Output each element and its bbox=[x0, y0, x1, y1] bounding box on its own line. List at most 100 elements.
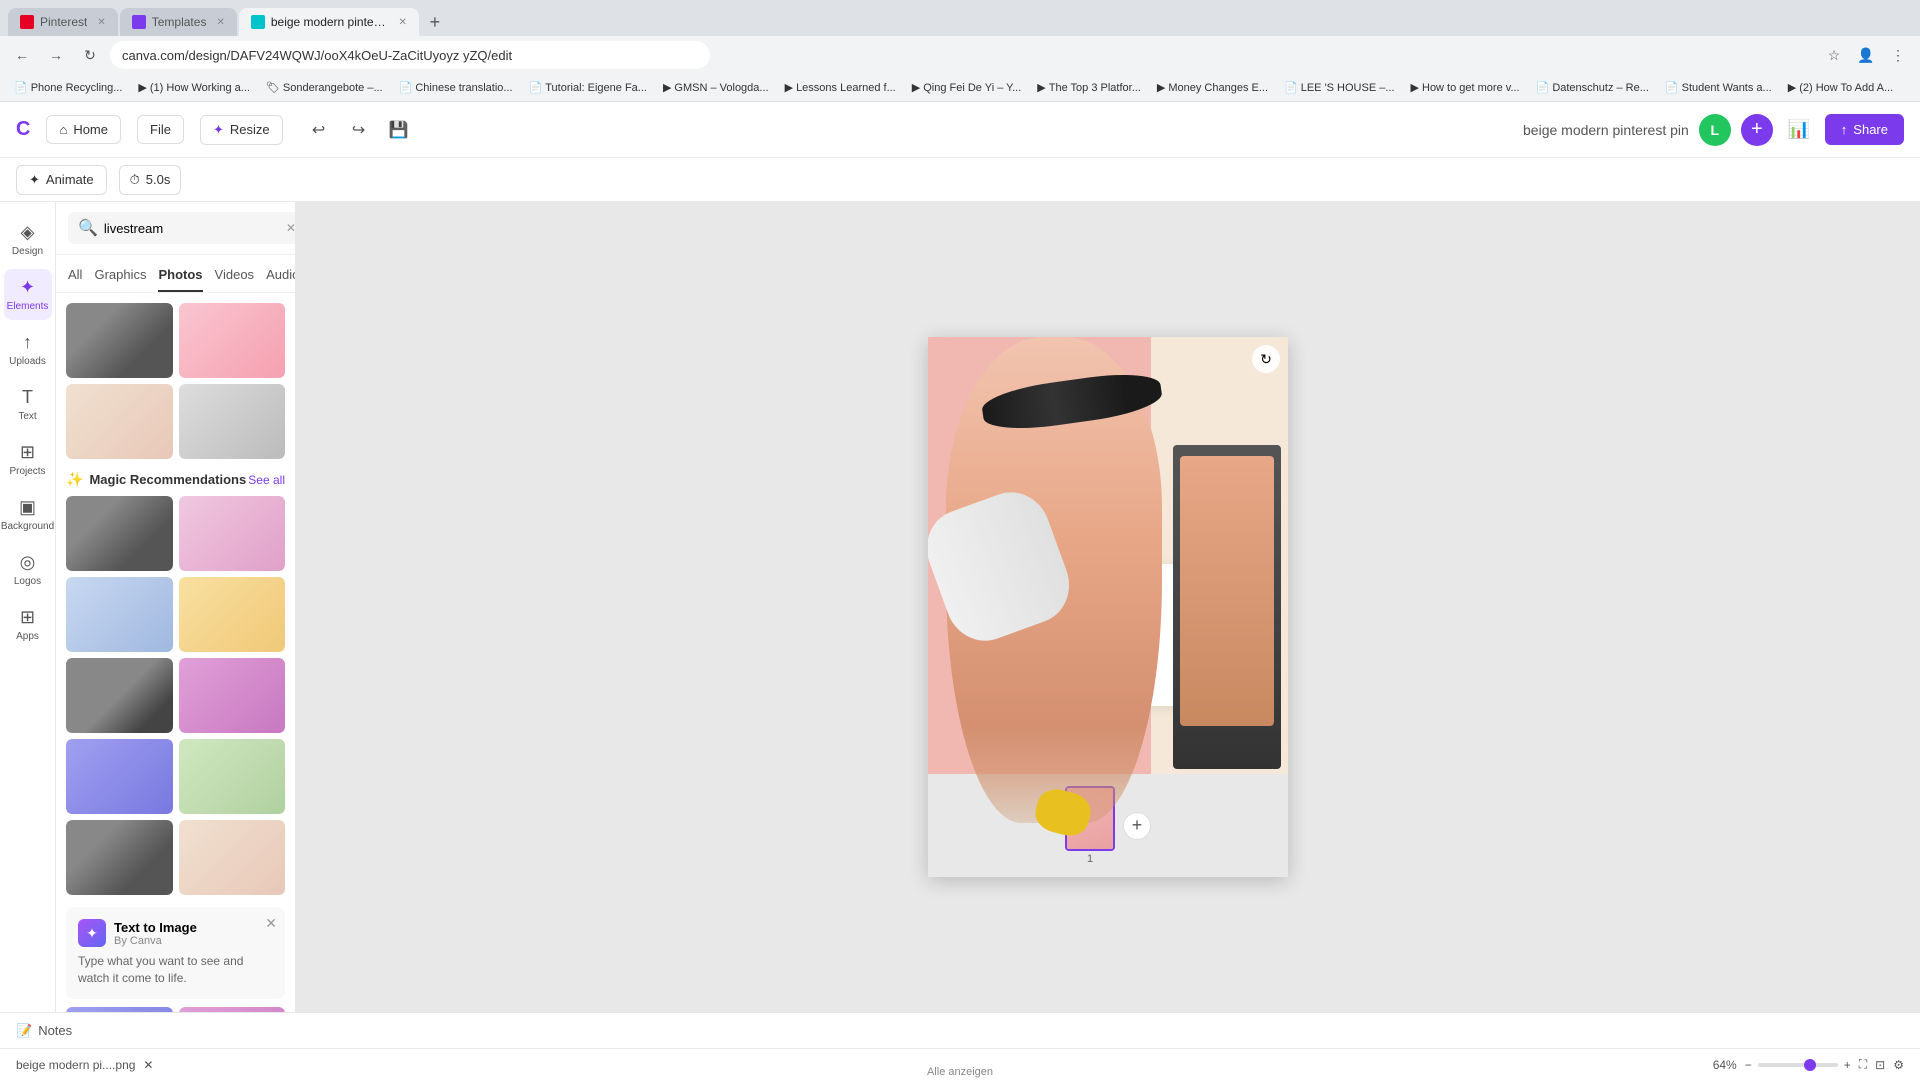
photo-item-3[interactable] bbox=[66, 384, 173, 459]
bookmark-9[interactable]: ▶ Money Changes E... bbox=[1151, 79, 1274, 96]
bookmark-11[interactable]: ▶ How to get more v... bbox=[1405, 79, 1526, 96]
new-tab-button[interactable]: + bbox=[421, 8, 449, 36]
search-input[interactable] bbox=[104, 221, 280, 236]
sidebar-item-text[interactable]: T Text bbox=[4, 379, 52, 430]
notes-label: Notes bbox=[38, 1023, 72, 1038]
home-label: Home bbox=[73, 122, 108, 137]
magic-photo-3[interactable] bbox=[66, 577, 173, 652]
magic-photo-4[interactable] bbox=[179, 577, 286, 652]
animate-button[interactable]: ✦ Animate bbox=[16, 165, 107, 195]
animate-icon: ✦ bbox=[29, 172, 40, 188]
bookmark-14[interactable]: ▶ (2) How To Add A... bbox=[1782, 79, 1899, 96]
clock-icon: ⏱ bbox=[130, 172, 140, 188]
apps-icon: ⊞ bbox=[20, 607, 35, 628]
photo-item-2[interactable] bbox=[179, 303, 286, 378]
magic-photo-10[interactable] bbox=[179, 820, 286, 895]
address-input[interactable] bbox=[110, 41, 710, 69]
address-bar: ← → ↻ ☆ 👤 ⋮ bbox=[0, 36, 1920, 74]
magic-photo-5[interactable] bbox=[66, 658, 173, 733]
bookmark-icon[interactable]: ☆ bbox=[1820, 41, 1848, 69]
timing-button[interactable]: ⏱ 5.0s bbox=[119, 165, 182, 195]
magic-photo-7[interactable] bbox=[66, 739, 173, 814]
bookmarks-bar: 📄 Phone Recycling... ▶ (1) How Working a… bbox=[0, 74, 1920, 102]
sidebar-item-uploads[interactable]: ↑ Uploads bbox=[4, 324, 52, 375]
bookmark-0[interactable]: 📄 Phone Recycling... bbox=[8, 79, 128, 96]
bookmark-12[interactable]: 📄 Datenschutz – Re... bbox=[1530, 79, 1655, 96]
tab-canva[interactable]: beige modern pinterest pin - ✕ bbox=[239, 8, 419, 36]
tab-graphics[interactable]: Graphics bbox=[94, 263, 146, 292]
sidebar-item-elements[interactable]: ✦ Elements bbox=[4, 269, 52, 320]
bookmark-3[interactable]: 📄 Chinese translatio... bbox=[393, 79, 519, 96]
bookmark-5[interactable]: ▶ GMSN – Vologda... bbox=[657, 79, 775, 96]
sidebar-item-background[interactable]: ▣ Background bbox=[4, 489, 52, 540]
pinterest-favicon bbox=[20, 15, 34, 29]
settings-icon[interactable]: ⋮ bbox=[1884, 41, 1912, 69]
tab-close-templates[interactable]: ✕ bbox=[216, 17, 224, 28]
bookmark-10[interactable]: 📄 LEE 'S HOUSE –... bbox=[1278, 79, 1401, 96]
tab-pinterest[interactable]: Pinterest ✕ bbox=[8, 8, 118, 36]
bookmark-7[interactable]: ▶ Qing Fei De Yi – Y... bbox=[906, 79, 1028, 96]
magic-photo-6[interactable] bbox=[179, 658, 286, 733]
toolbar: ✦ Animate ⏱ 5.0s bbox=[0, 158, 1920, 202]
user-avatar[interactable]: L bbox=[1699, 114, 1731, 146]
canvas-inner: ↻ 5 TIPPS für mehr REICHWEITE AUF TWITCH… bbox=[928, 337, 1288, 877]
resize-icon: ✦ bbox=[213, 122, 224, 138]
resize-button[interactable]: ✦ Resize bbox=[200, 115, 283, 145]
tti-title-block: Text to Image By Canva bbox=[114, 920, 197, 947]
profile-icon[interactable]: 👤 bbox=[1852, 41, 1880, 69]
sidebar-item-apps[interactable]: ⊞ Apps bbox=[4, 599, 52, 650]
magic-photo-8[interactable] bbox=[179, 739, 286, 814]
tab-photos[interactable]: Photos bbox=[158, 263, 202, 292]
thumb-page-num: 1 bbox=[1087, 853, 1093, 865]
file-label: File bbox=[150, 122, 171, 137]
photo-item-4[interactable] bbox=[179, 384, 286, 459]
elements-icon: ✦ bbox=[20, 277, 35, 298]
add-page-button[interactable]: + bbox=[1123, 812, 1151, 840]
undo-button[interactable]: ↩ bbox=[303, 114, 335, 146]
sidebar-item-logos[interactable]: ◎ Logos bbox=[4, 544, 52, 595]
save-status: 💾 bbox=[383, 114, 415, 146]
alle-anzeigen[interactable]: Alle anzeigen bbox=[0, 1066, 1920, 1080]
home-button[interactable]: ⌂ Home bbox=[46, 115, 121, 144]
main-content: ◈ Design ✦ Elements ↑ Uploads T Text ⊞ P… bbox=[0, 202, 1920, 1012]
magic-photo-2[interactable] bbox=[179, 496, 286, 571]
magic-photo-9[interactable] bbox=[66, 820, 173, 895]
timing-label: 5.0s bbox=[146, 172, 171, 187]
extra-photo-2[interactable] bbox=[179, 1007, 286, 1012]
sidebar-item-design[interactable]: ◈ Design bbox=[4, 214, 52, 265]
search-clear-button[interactable]: ✕ bbox=[286, 221, 296, 235]
tab-pinterest-label: Pinterest bbox=[40, 15, 87, 29]
share-button[interactable]: ↑ Share bbox=[1825, 114, 1904, 145]
bookmark-4[interactable]: 📄 Tutorial: Eigene Fa... bbox=[523, 79, 653, 96]
design-icon: ◈ bbox=[21, 222, 35, 243]
tab-audio[interactable]: Audio bbox=[266, 263, 296, 292]
bookmark-2[interactable]: 🏷 Sonderangebote –... bbox=[260, 79, 389, 96]
file-button[interactable]: File bbox=[137, 115, 184, 144]
bookmark-13[interactable]: 📄 Student Wants a... bbox=[1659, 79, 1778, 96]
bookmark-8[interactable]: ▶ The Top 3 Platfor... bbox=[1031, 79, 1147, 96]
forward-button[interactable]: → bbox=[42, 41, 70, 69]
reload-button[interactable]: ↻ bbox=[76, 41, 104, 69]
tab-templates[interactable]: Templates ✕ bbox=[120, 8, 237, 36]
magic-photo-1[interactable] bbox=[66, 496, 173, 571]
extra-photo-1[interactable] bbox=[66, 1007, 173, 1012]
tab-close-canva[interactable]: ✕ bbox=[398, 17, 406, 28]
sidebar-item-projects[interactable]: ⊞ Projects bbox=[4, 434, 52, 485]
add-collaborator-button[interactable]: + bbox=[1741, 114, 1773, 146]
tab-videos[interactable]: Videos bbox=[215, 263, 255, 292]
tab-close-pinterest[interactable]: ✕ bbox=[97, 17, 105, 28]
photo-item-1[interactable] bbox=[66, 303, 173, 378]
canva-logo[interactable]: C bbox=[16, 118, 30, 141]
redo-button[interactable]: ↪ bbox=[343, 114, 375, 146]
notes-button[interactable]: 📝 Notes bbox=[16, 1023, 72, 1039]
magic-rec-label: Magic Recommendations bbox=[89, 472, 246, 487]
stats-icon[interactable]: 📊 bbox=[1783, 114, 1815, 146]
bookmark-6[interactable]: ▶ Lessons Learned f... bbox=[779, 79, 902, 96]
see-all-button[interactable]: See all bbox=[248, 473, 285, 487]
tab-all[interactable]: All bbox=[68, 263, 82, 292]
text-to-image-card: ✕ ✦ Text to Image By Canva Type what you… bbox=[66, 907, 285, 999]
canvas-refresh-button[interactable]: ↻ bbox=[1252, 345, 1280, 373]
tti-close-button[interactable]: ✕ bbox=[265, 915, 277, 932]
back-button[interactable]: ← bbox=[8, 41, 36, 69]
bookmark-1[interactable]: ▶ (1) How Working a... bbox=[132, 79, 256, 96]
